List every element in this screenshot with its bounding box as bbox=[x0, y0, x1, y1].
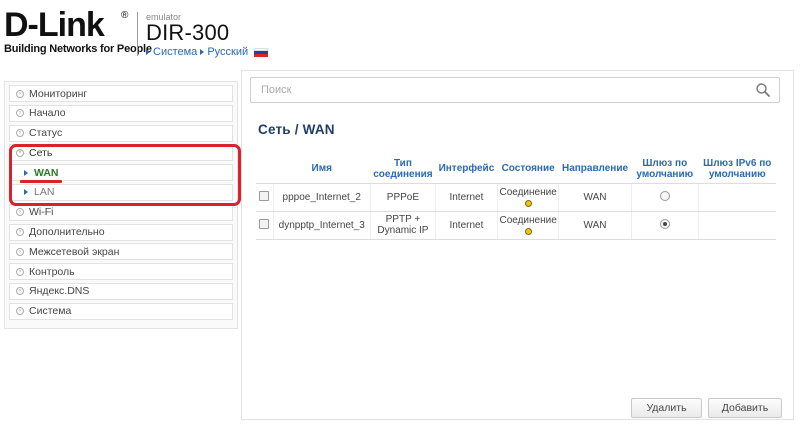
language-link[interactable]: Русский bbox=[207, 46, 248, 58]
default-gateway-radio[interactable] bbox=[659, 190, 670, 201]
circle-chevron-icon: › bbox=[16, 129, 24, 138]
sidebar-subitem-label: LAN bbox=[34, 186, 55, 199]
sidebar-item-firewall[interactable]: › Межсетевой экран bbox=[9, 243, 233, 261]
circle-chevron-icon: › bbox=[16, 287, 24, 296]
triangle-right-icon bbox=[24, 189, 28, 196]
cell-state: Соединение bbox=[496, 211, 559, 240]
header-name[interactable]: Имя bbox=[273, 155, 371, 184]
sidebar-item-network[interactable]: ˅ Сеть bbox=[9, 144, 233, 162]
cell-name[interactable]: pppoe_Internet_2 bbox=[272, 183, 371, 212]
status-dot-icon bbox=[524, 200, 532, 207]
sidebar-item-label: Система bbox=[29, 305, 72, 318]
table-row[interactable]: pppoe_Internet_2 PPPoE Internet Соединен… bbox=[256, 183, 776, 212]
triangle-right-icon bbox=[24, 169, 28, 176]
circle-chevron-down-icon: ˅ bbox=[16, 148, 24, 157]
sidebar-subitem-wan[interactable]: WAN bbox=[9, 164, 233, 182]
add-button[interactable]: Добавить bbox=[708, 398, 782, 418]
circle-chevron-icon: › bbox=[16, 109, 24, 118]
state-label: Соединение bbox=[499, 215, 557, 226]
sidebar-item-yandex-dns[interactable]: › Яндекс.DNS bbox=[9, 282, 233, 300]
cell-default-gateway-ipv6 bbox=[698, 211, 776, 240]
sidebar-item-advanced[interactable]: › Дополнительно bbox=[9, 223, 233, 241]
russian-flag-icon[interactable] bbox=[254, 47, 269, 57]
logo-tagline: Building Networks for People bbox=[4, 43, 152, 55]
circle-chevron-icon: › bbox=[16, 267, 24, 276]
page-title: Сеть / WAN bbox=[258, 122, 335, 137]
cell-default-gateway bbox=[630, 183, 699, 212]
highlight-underline bbox=[20, 180, 62, 183]
sidebar-item-label: Контроль bbox=[29, 265, 75, 278]
circle-chevron-icon: › bbox=[16, 307, 24, 316]
header-default-gateway-ipv6[interactable]: Шлюз IPv6 по умолчанию bbox=[698, 155, 776, 184]
sidebar-subitem-lan[interactable]: LAN bbox=[9, 183, 233, 201]
row-select-cell bbox=[256, 211, 274, 240]
model-name: DIR-300 bbox=[146, 20, 230, 45]
sidebar-menu: › Мониторинг › Начало › Статус ˅ Сеть WA… bbox=[4, 81, 238, 329]
header-links: Система Русский bbox=[146, 46, 269, 58]
system-link[interactable]: Система bbox=[153, 46, 197, 58]
delete-button[interactable]: Удалить bbox=[631, 398, 702, 418]
header-default-gateway[interactable]: Шлюз по умолчанию bbox=[631, 155, 699, 184]
cell-name[interactable]: dynpptp_Internet_3 bbox=[272, 211, 371, 240]
row-checkbox[interactable] bbox=[259, 190, 270, 201]
cell-direction: WAN bbox=[558, 211, 632, 240]
sidebar-item-label: Начало bbox=[29, 107, 66, 120]
header-direction[interactable]: Направление bbox=[558, 155, 632, 184]
header-connection-type[interactable]: Тип соединения bbox=[370, 155, 436, 184]
sidebar-item-label: Мониторинг bbox=[29, 87, 88, 100]
sidebar-item-system[interactable]: › Система bbox=[9, 302, 233, 320]
cell-default-gateway bbox=[630, 211, 699, 240]
triangle-right-icon bbox=[146, 49, 150, 55]
header-select bbox=[256, 155, 274, 184]
sidebar-item-status[interactable]: › Статус bbox=[9, 124, 233, 142]
header-divider bbox=[137, 12, 138, 56]
sidebar-item-monitoring[interactable]: › Мониторинг bbox=[9, 85, 233, 102]
registered-mark: ® bbox=[121, 10, 129, 21]
sidebar-item-label: Wi-Fi bbox=[29, 206, 54, 219]
cell-interface: Internet bbox=[435, 183, 498, 212]
row-checkbox[interactable] bbox=[259, 218, 270, 229]
sidebar-item-label: Статус bbox=[29, 127, 63, 140]
sidebar-item-label: Сеть bbox=[29, 146, 53, 159]
search-box bbox=[250, 77, 780, 103]
sidebar-item-label: Яндекс.DNS bbox=[29, 285, 90, 298]
wan-connections-table: Имя Тип соединения Интерфейс Состояние Н… bbox=[256, 155, 776, 240]
row-select-cell bbox=[256, 183, 274, 212]
header-interface[interactable]: Интерфейс bbox=[435, 155, 498, 184]
cell-state: Соединение bbox=[496, 183, 559, 212]
table-row[interactable]: dynpptp_Internet_3 PPTP + Dynamic IP Int… bbox=[256, 211, 776, 240]
sidebar-item-label: Межсетевой экран bbox=[29, 245, 120, 258]
sidebar-item-start[interactable]: › Начало bbox=[9, 104, 233, 122]
cell-default-gateway-ipv6 bbox=[698, 183, 776, 212]
sidebar-item-wifi[interactable]: › Wi-Fi bbox=[9, 203, 233, 221]
state-label: Соединение bbox=[499, 187, 557, 198]
cell-connection-type: PPTP + Dynamic IP bbox=[369, 211, 436, 240]
cell-connection-type: PPPoE bbox=[369, 183, 436, 212]
cell-direction: WAN bbox=[558, 183, 632, 212]
header-state[interactable]: Состояние bbox=[497, 155, 559, 184]
sidebar-item-label: Дополнительно bbox=[29, 226, 105, 239]
main-panel: Сеть / WAN Имя Тип соединения Интерфейс … bbox=[241, 70, 794, 420]
model-info: emulator DIR-300 Система Русский bbox=[146, 12, 269, 58]
triangle-right-icon bbox=[200, 49, 205, 55]
circle-chevron-icon: › bbox=[16, 228, 24, 237]
logo-text: D-Link bbox=[4, 6, 105, 44]
sidebar-item-control[interactable]: › Контроль bbox=[9, 263, 233, 281]
circle-chevron-icon: › bbox=[16, 89, 24, 98]
circle-chevron-icon: › bbox=[16, 208, 24, 217]
search-icon[interactable] bbox=[755, 82, 771, 98]
default-gateway-radio[interactable] bbox=[659, 218, 670, 229]
header: D-Link ® Building Networks for People em… bbox=[0, 0, 800, 62]
cell-interface: Internet bbox=[435, 211, 498, 240]
circle-chevron-icon: › bbox=[16, 247, 24, 256]
search-input[interactable] bbox=[261, 84, 741, 96]
status-dot-icon bbox=[524, 228, 532, 235]
table-header-row: Имя Тип соединения Интерфейс Состояние Н… bbox=[256, 155, 776, 184]
sidebar-subitem-label: WAN bbox=[34, 166, 59, 179]
dlink-logo[interactable]: D-Link ® Building Networks for People bbox=[4, 6, 152, 55]
